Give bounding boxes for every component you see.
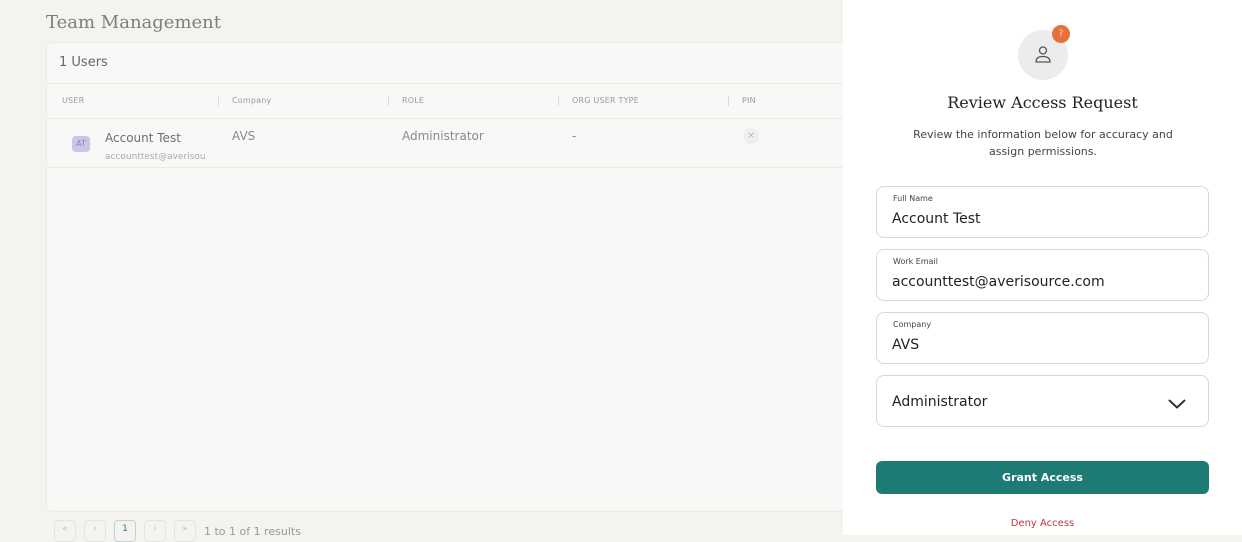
column-header-user[interactable]: USER [62, 84, 84, 118]
table-header: USER Company ROLE ORG USER TYPE PIN [47, 84, 875, 119]
work-email-label: Work Email [893, 257, 938, 266]
column-header-company[interactable]: Company [217, 84, 271, 118]
last-page-button[interactable]: » [174, 520, 196, 542]
panel-title: Review Access Request [947, 93, 1138, 112]
work-email-field[interactable]: Work Email [876, 249, 1209, 301]
user-role: Administrator [402, 129, 484, 143]
pagination-info: 1 to 1 of 1 results [204, 525, 301, 538]
user-name: Account Test [105, 131, 181, 145]
user-email: accounttest@averisource [105, 152, 205, 162]
company-label: Company [893, 320, 932, 329]
review-access-panel: ? Review Access Request Review the infor… [843, 0, 1242, 535]
full-name-label: Full Name [893, 194, 933, 203]
close-icon[interactable]: × [743, 128, 759, 144]
column-header-role[interactable]: ROLE [387, 84, 424, 118]
users-count: 1 Users [47, 43, 875, 84]
work-email-input[interactable] [892, 274, 1192, 290]
chevron-down-icon [1168, 395, 1186, 414]
prev-page-button[interactable]: ‹ [84, 520, 106, 542]
full-name-field[interactable]: Full Name [876, 186, 1209, 238]
role-select-value: Administrator [892, 394, 988, 410]
first-page-button[interactable]: « [54, 520, 76, 542]
column-header-pin[interactable]: PIN [728, 84, 756, 118]
company-field[interactable]: Company [876, 312, 1209, 364]
user-org-type: - [572, 129, 577, 143]
deny-access-link[interactable]: Deny Access [843, 518, 1242, 529]
full-name-input[interactable] [892, 211, 1192, 227]
table-row[interactable]: AT Account Test accounttest@averisource … [47, 119, 875, 168]
role-select[interactable]: Administrator [876, 375, 1209, 427]
next-page-button[interactable]: › [144, 520, 166, 542]
panel-subtitle: Review the information below for accurac… [913, 128, 1173, 158]
notification-badge: ? [1052, 25, 1070, 43]
avatar: AT [72, 136, 90, 152]
page-title: Team Management [46, 12, 221, 33]
page-1-button[interactable]: 1 [114, 520, 136, 542]
company-input[interactable] [892, 337, 1192, 353]
users-table-card: 1 Users USER Company ROLE ORG USER TYPE … [46, 42, 876, 512]
grant-access-button[interactable]: Grant Access [876, 461, 1209, 494]
user-company: AVS [232, 129, 256, 143]
column-header-org-user-type[interactable]: ORG USER TYPE [558, 84, 639, 118]
